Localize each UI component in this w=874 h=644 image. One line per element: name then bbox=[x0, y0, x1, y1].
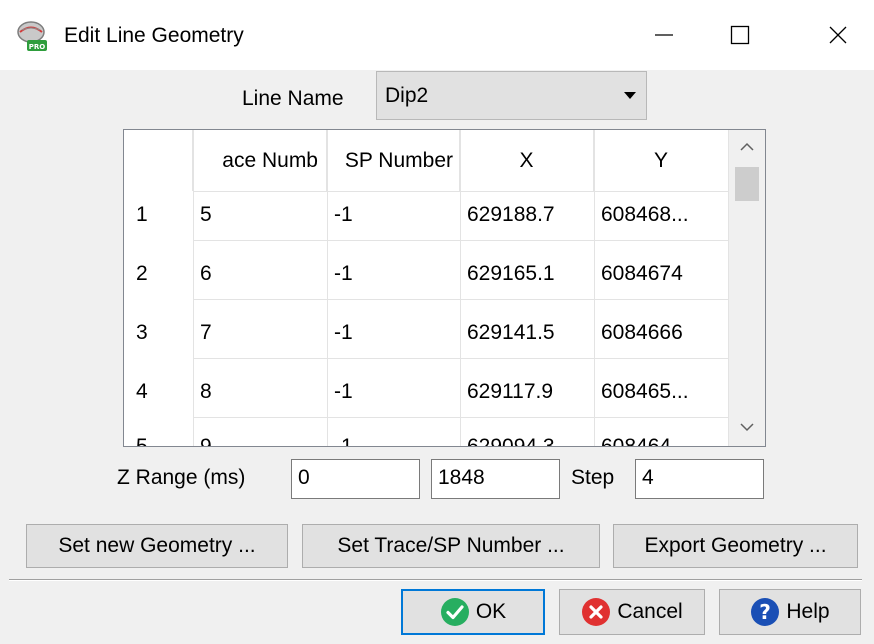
row-number: 2 bbox=[136, 262, 148, 285]
row-number: 4 bbox=[136, 380, 148, 403]
trace-number-cell[interactable]: 6 bbox=[200, 262, 212, 286]
close-icon bbox=[829, 26, 847, 44]
minimize-button[interactable] bbox=[631, 0, 697, 70]
z-range-label: Z Range (ms) bbox=[117, 466, 246, 489]
trace-number-cell[interactable]: 7 bbox=[200, 321, 212, 345]
y-cell[interactable]: 608464... bbox=[601, 435, 689, 446]
export-geometry-button[interactable]: Export Geometry ... bbox=[613, 524, 858, 568]
trace-number-cell[interactable]: 9 bbox=[200, 435, 212, 446]
sp-number-cell[interactable]: -1 bbox=[334, 262, 353, 286]
z-max-field[interactable]: 1848 bbox=[431, 459, 560, 499]
svg-text:PRO: PRO bbox=[29, 43, 46, 51]
sp-number-cell[interactable]: -1 bbox=[334, 380, 353, 404]
z-min-field[interactable]: 0 bbox=[291, 459, 420, 499]
help-icon: ? bbox=[751, 598, 780, 626]
maximize-button[interactable] bbox=[707, 0, 773, 70]
set-new-geometry-button[interactable]: Set new Geometry ... bbox=[26, 524, 288, 568]
x-cell[interactable]: 629165.1 bbox=[467, 262, 555, 286]
svg-text:?: ? bbox=[760, 600, 772, 624]
sp-number-cell[interactable]: -1 bbox=[334, 435, 353, 446]
window-title: Edit Line Geometry bbox=[64, 24, 244, 47]
vertical-scrollbar[interactable] bbox=[729, 130, 765, 446]
chevron-up-icon[interactable] bbox=[739, 142, 755, 152]
cancel-button[interactable]: Cancel bbox=[559, 589, 705, 635]
line-name-select[interactable]: Dip2 bbox=[376, 71, 647, 120]
help-label: Help bbox=[786, 600, 830, 623]
x-circle-icon bbox=[582, 598, 611, 626]
cancel-label: Cancel bbox=[617, 600, 683, 623]
row-header-corner bbox=[124, 130, 193, 191]
row-divider bbox=[193, 191, 729, 192]
column-header-sp-number[interactable]: SP Number bbox=[327, 130, 460, 191]
x-cell[interactable]: 629141.5 bbox=[467, 321, 555, 345]
x-cell[interactable]: 629117.9 bbox=[467, 380, 553, 404]
row-number: 3 bbox=[136, 321, 148, 344]
x-cell[interactable]: 629094.3 bbox=[467, 435, 555, 446]
trace-number-cell[interactable]: 5 bbox=[200, 203, 212, 227]
close-button[interactable] bbox=[805, 0, 871, 70]
sp-number-cell[interactable]: -1 bbox=[334, 203, 353, 227]
row-number: 1 bbox=[136, 203, 148, 226]
line-name-label: Line Name bbox=[242, 87, 344, 110]
minimize-icon bbox=[655, 34, 673, 36]
row-divider bbox=[193, 299, 729, 300]
y-cell[interactable]: 6084674 bbox=[601, 262, 683, 286]
y-cell[interactable]: 608468... bbox=[601, 203, 689, 227]
ok-label: OK bbox=[475, 600, 507, 623]
geometry-table: ace Numb SP Number X Y 1 5 -1 629188.7 6… bbox=[123, 129, 766, 447]
scrollbar-thumb[interactable] bbox=[735, 167, 759, 201]
line-name-value: Dip2 bbox=[385, 84, 429, 107]
x-cell[interactable]: 629188.7 bbox=[467, 203, 555, 227]
y-cell[interactable]: 608465... bbox=[601, 380, 689, 404]
ok-button[interactable]: OK bbox=[401, 589, 545, 635]
set-trace-sp-number-button[interactable]: Set Trace/SP Number ... bbox=[302, 524, 600, 568]
sp-number-cell[interactable]: -1 bbox=[334, 321, 353, 345]
row-divider bbox=[193, 417, 729, 418]
divider bbox=[9, 579, 862, 581]
pro-app-icon: PRO bbox=[17, 21, 47, 51]
column-header-y[interactable]: Y bbox=[594, 130, 729, 191]
chevron-down-icon bbox=[624, 92, 636, 99]
step-label: Step bbox=[571, 466, 615, 489]
column-header-trace-number[interactable]: ace Numb bbox=[193, 130, 327, 191]
maximize-icon bbox=[730, 25, 750, 45]
step-field[interactable]: 4 bbox=[635, 459, 764, 499]
check-circle-icon bbox=[440, 598, 469, 626]
column-header-x[interactable]: X bbox=[460, 130, 594, 191]
row-divider bbox=[193, 358, 729, 359]
row-divider bbox=[193, 240, 729, 241]
row-number: 5 bbox=[136, 435, 148, 447]
y-cell[interactable]: 6084666 bbox=[601, 321, 683, 345]
trace-number-cell[interactable]: 8 bbox=[200, 380, 212, 404]
title-bar: PRO Edit Line Geometry bbox=[0, 0, 874, 70]
chevron-down-icon[interactable] bbox=[739, 422, 755, 432]
help-button[interactable]: ? Help bbox=[719, 589, 861, 635]
